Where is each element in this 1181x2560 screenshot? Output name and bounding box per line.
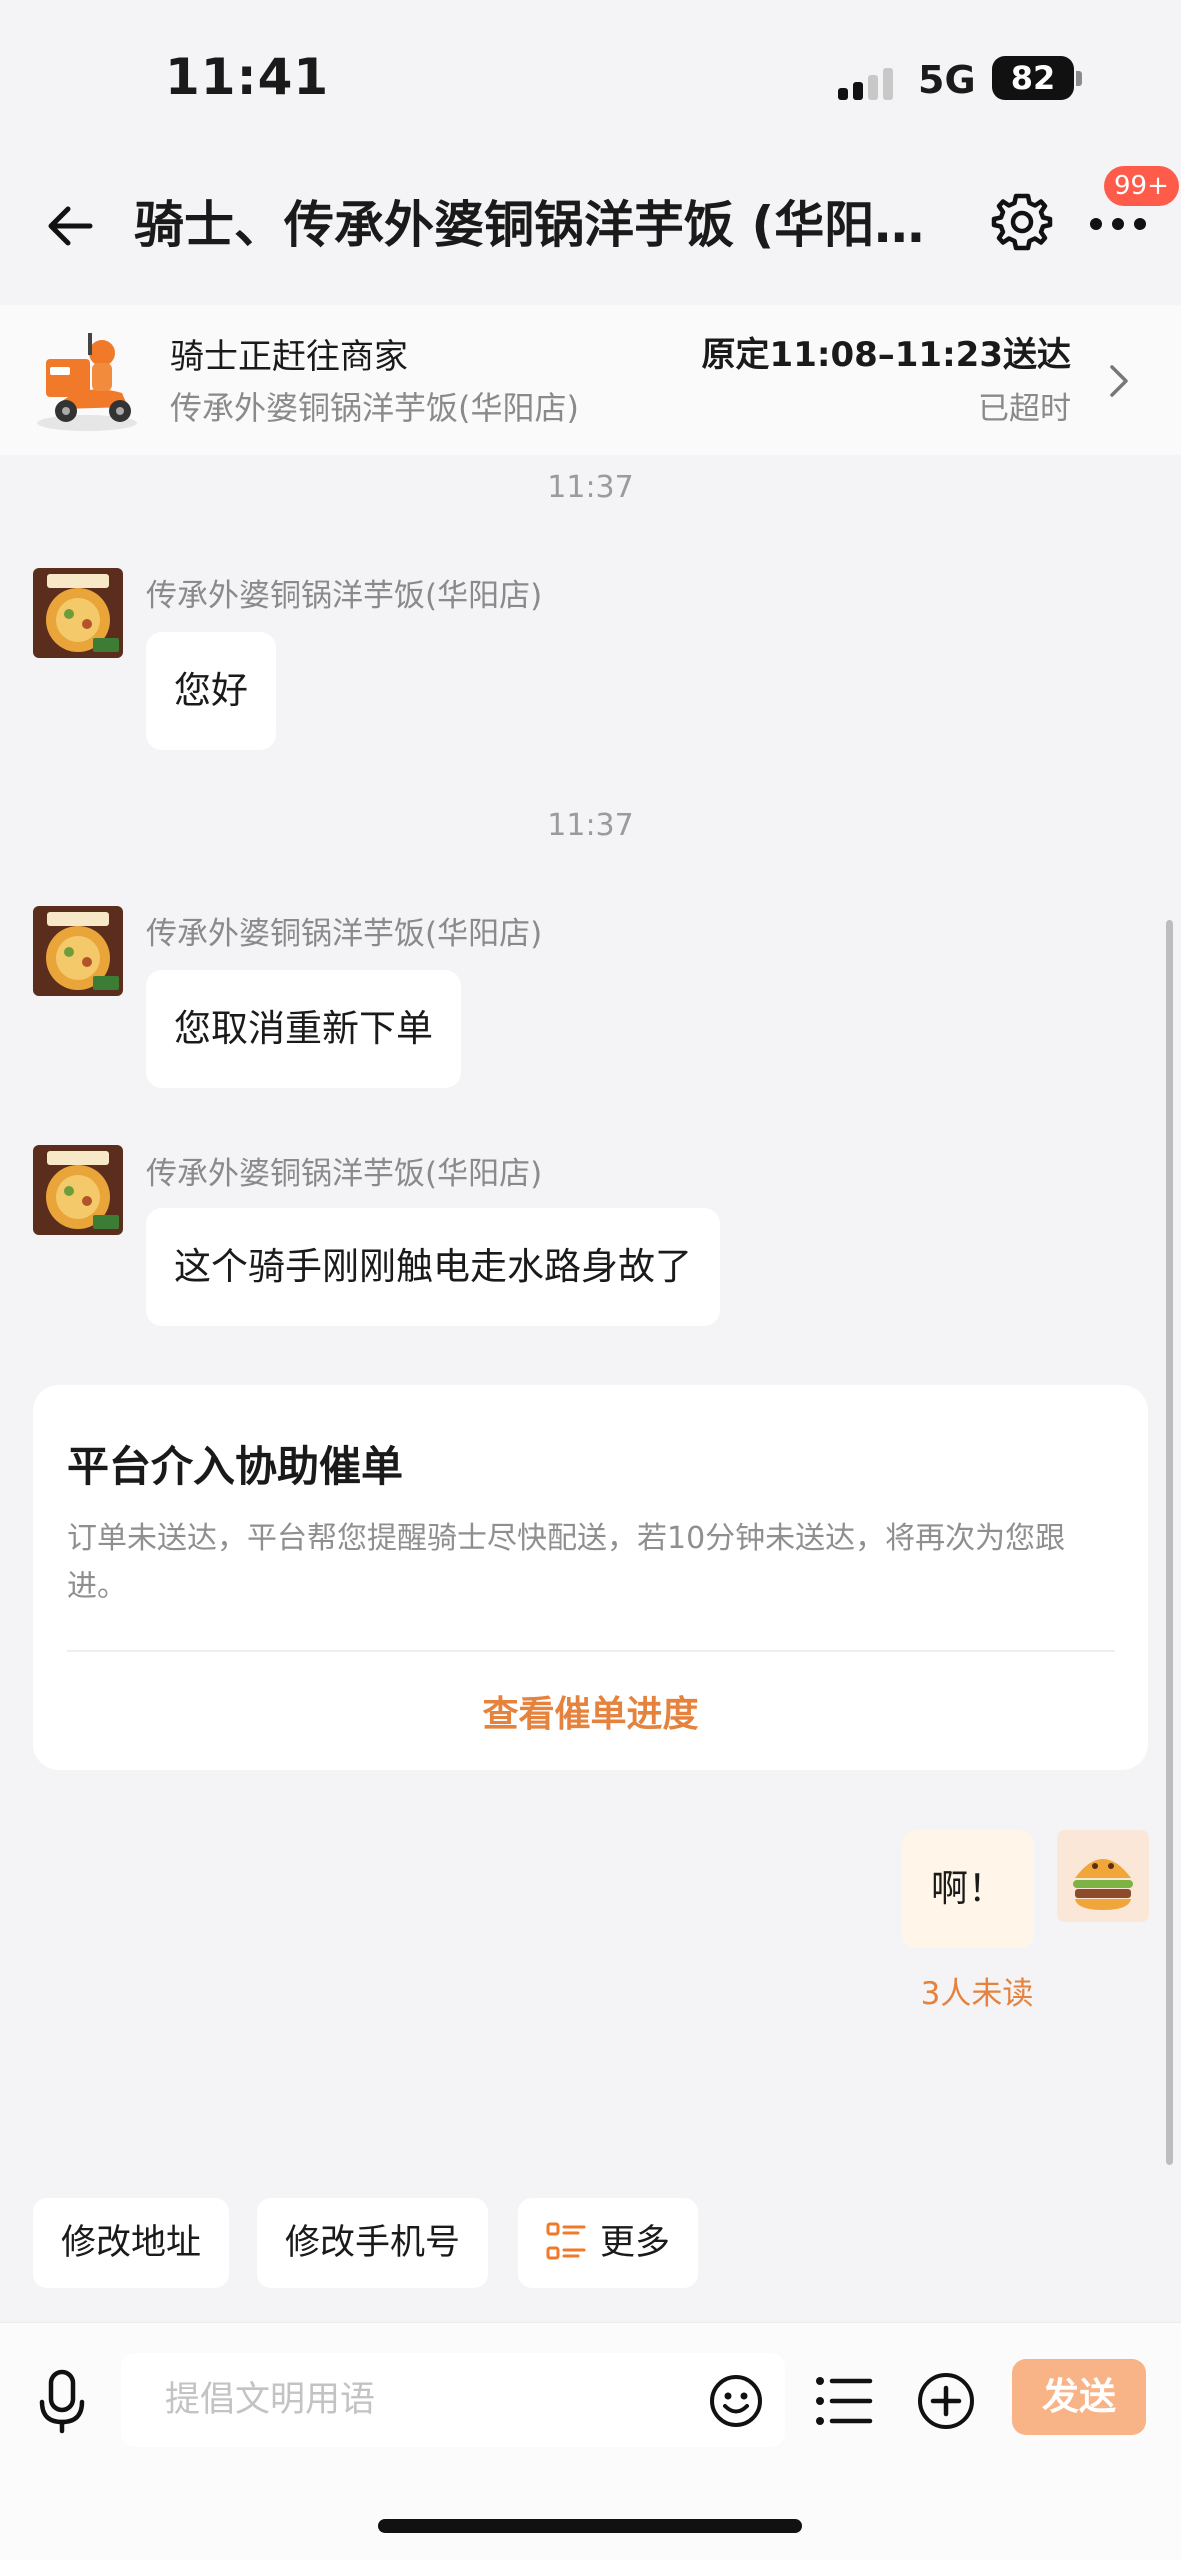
user-avatar[interactable] (1057, 1830, 1149, 1922)
chevron-right-icon[interactable] (1108, 363, 1130, 399)
signal-icon (838, 66, 894, 100)
shop-avatar[interactable] (33, 568, 123, 658)
sender-name: 传承外婆铜锅洋芋饭(华阳店) (146, 916, 543, 952)
overtime-status: 已超时 (978, 391, 1071, 427)
more-actions-label: 更多 (600, 2223, 671, 2263)
home-indicator[interactable] (378, 2519, 802, 2533)
edit-phone-button[interactable]: 修改手机号 (257, 2198, 489, 2288)
battery-cap (1076, 71, 1082, 86)
my-message-bubble[interactable]: 啊！ (902, 1830, 1034, 1948)
chat-title: 骑士、传承外婆铜锅洋芋饭 (华阳… (134, 196, 925, 254)
more-options-icon[interactable] (1090, 218, 1150, 232)
rider-status: 骑士正赶往商家 (170, 337, 408, 377)
status-bar: 11:41 5G 82 (0, 0, 1181, 150)
input-bar: 发送 (0, 2322, 1181, 2560)
more-actions-button[interactable]: 更多 (518, 2198, 699, 2288)
battery-icon: 82 (992, 56, 1074, 100)
status-time: 11:41 (165, 48, 330, 106)
card-title: 平台介入协助催单 (67, 1442, 404, 1491)
delivery-eta: 原定11:08–11:23送达 (701, 335, 1071, 375)
message-bubble[interactable]: 您取消重新下单 (146, 970, 461, 1088)
message-timestamp: 11:37 (547, 808, 634, 843)
shop-avatar[interactable] (33, 906, 123, 996)
scrollbar[interactable] (1166, 920, 1173, 2165)
view-progress-link[interactable]: 查看催单进度 (33, 1685, 1148, 1737)
chat-header: 骑士、传承外婆铜锅洋芋饭 (华阳… 99+ (0, 150, 1181, 300)
gear-icon[interactable] (990, 190, 1054, 254)
list-grid-icon (546, 2222, 586, 2260)
message-timestamp: 11:37 (547, 470, 634, 505)
message-bubble[interactable]: 您好 (146, 632, 276, 750)
message-input[interactable] (121, 2353, 785, 2447)
sender-name: 传承外婆铜锅洋芋饭(华阳店) (146, 578, 543, 614)
back-arrow-icon[interactable] (44, 200, 96, 252)
shop-name: 传承外婆铜锅洋芋饭(华阳店) (170, 389, 579, 427)
quick-phrases-icon[interactable] (814, 2373, 874, 2429)
card-divider (67, 1650, 1115, 1652)
send-button[interactable]: 发送 (1012, 2359, 1146, 2435)
microphone-icon[interactable] (34, 2368, 90, 2434)
emoji-icon[interactable] (708, 2373, 764, 2429)
notification-badge: 99+ (1104, 166, 1179, 206)
card-description: 订单未送达，平台帮您提醒骑士尽快配送，若10分钟未送达，将再次为您跟进。 (67, 1521, 1066, 1604)
rider-scooter-image (37, 333, 137, 431)
edit-address-button[interactable]: 修改地址 (33, 2198, 230, 2288)
add-icon[interactable] (916, 2371, 976, 2431)
sender-name: 传承外婆铜锅洋芋饭(华阳店) (146, 1156, 543, 1192)
platform-assist-card: 平台介入协助催单 订单未送达，平台帮您提醒骑士尽快配送，若10分钟未送达，将再次… (33, 1385, 1148, 1770)
unread-count: 3人未读 (920, 1976, 1034, 2012)
message-bubble[interactable]: 这个骑手刚刚触电走水路身故了 (146, 1208, 720, 1326)
network-type: 5G (918, 58, 976, 102)
order-status-banner[interactable]: 骑士正赶往商家 传承外婆铜锅洋芋饭(华阳店) 原定11:08–11:23送达 已… (0, 305, 1181, 455)
shop-avatar[interactable] (33, 1145, 123, 1235)
